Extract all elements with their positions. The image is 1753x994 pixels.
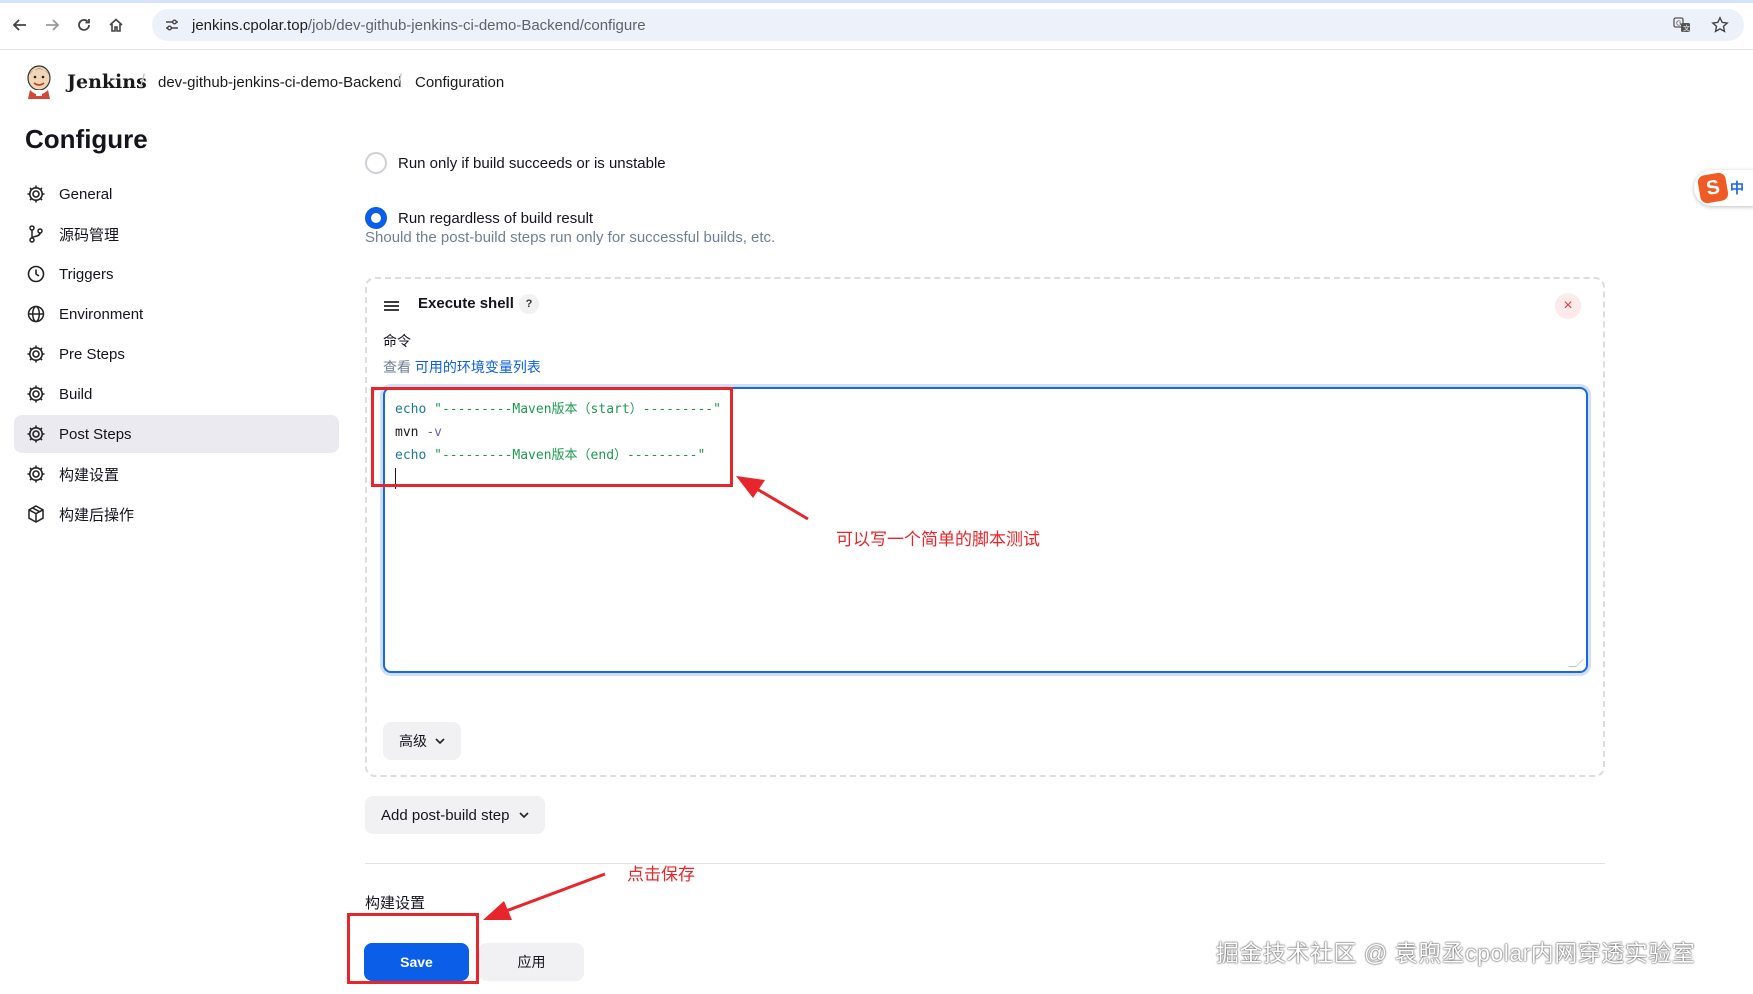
add-post-build-step-button[interactable]: Add post-build step xyxy=(365,796,546,834)
ime-logo-icon: S xyxy=(1696,171,1730,205)
url-text: jenkins.cpolar.top/job/dev-github-jenkin… xyxy=(192,17,646,34)
url-host: jenkins.cpolar.top xyxy=(192,17,308,34)
advanced-label: 高级 xyxy=(399,733,427,749)
site-info-icon[interactable] xyxy=(162,15,182,35)
sidebar-item-build[interactable]: Build xyxy=(14,375,339,413)
url-path: /job/dev-github-jenkins-ci-demo-Backend/… xyxy=(307,17,646,34)
annotation-save-note: 点击保存 xyxy=(627,865,695,884)
drag-handle-icon[interactable] xyxy=(383,299,400,313)
bookmark-star-icon[interactable] xyxy=(1710,15,1730,35)
globe-icon xyxy=(25,303,47,325)
close-icon[interactable]: × xyxy=(1555,293,1581,319)
package-icon xyxy=(25,503,47,525)
breadcrumb-separator: / xyxy=(397,71,403,91)
back-icon[interactable] xyxy=(8,13,32,37)
advanced-button[interactable]: 高级 xyxy=(383,722,461,760)
sidebar-item-general[interactable]: General xyxy=(14,175,339,213)
gear-icon xyxy=(25,183,47,205)
sidebar-item-pre-steps[interactable]: Pre Steps xyxy=(14,335,339,373)
home-icon[interactable] xyxy=(104,13,128,37)
gear-icon xyxy=(25,383,47,405)
radio-label: Run only if build succeeds or is unstabl… xyxy=(398,154,666,172)
branch-icon xyxy=(25,223,47,245)
translate-icon[interactable]: G文 xyxy=(1672,15,1692,35)
radio-run-regardless[interactable]: Run regardless of build result xyxy=(365,207,593,229)
radio-run-if-success[interactable]: Run only if build succeeds or is unstabl… xyxy=(365,152,666,174)
help-icon[interactable]: ? xyxy=(519,294,539,314)
add-step-label: Add post-build step xyxy=(381,806,510,824)
env-prefix: 查看 xyxy=(383,359,411,375)
forward-icon[interactable] xyxy=(40,13,64,37)
chevron-down-icon xyxy=(435,734,445,748)
sidebar-item-build-settings[interactable]: 构建设置 xyxy=(14,455,339,493)
address-bar[interactable]: jenkins.cpolar.top/job/dev-github-jenkin… xyxy=(152,9,1744,41)
jenkins-logo-icon[interactable] xyxy=(24,63,54,99)
apply-button[interactable]: 应用 xyxy=(479,943,584,981)
gear-icon xyxy=(25,343,47,365)
scrolled-content-fade xyxy=(365,100,625,116)
annotation-highlight-save xyxy=(347,913,479,984)
ime-mode: 中 xyxy=(1730,180,1744,196)
annotation-arrowhead-save xyxy=(483,901,512,920)
browser-toolbar: jenkins.cpolar.top/job/dev-github-jenkin… xyxy=(0,0,1753,50)
sidebar-item-label: Post Steps xyxy=(59,425,132,443)
sidebar-item-source-code[interactable]: 源码管理 xyxy=(14,215,339,253)
app-title[interactable]: Jenkins xyxy=(67,71,147,93)
sidebar-item-post-steps[interactable]: Post Steps xyxy=(14,415,339,453)
breadcrumb-configuration[interactable]: Configuration xyxy=(415,74,504,91)
sidebar-item-label: 构建设置 xyxy=(59,466,120,484)
chevron-down-icon xyxy=(519,808,529,822)
sidebar-item-environment[interactable]: Environment xyxy=(14,295,339,333)
step-title: Execute shell xyxy=(418,295,514,312)
annotation-arrow-save xyxy=(497,872,606,916)
ime-indicator[interactable]: S 中 xyxy=(1694,170,1753,206)
env-vars-hint: 查看 可用的环境变量列表 xyxy=(383,357,541,377)
breadcrumb-job[interactable]: dev-github-jenkins-ci-demo-Backend xyxy=(158,74,401,91)
resize-handle-icon[interactable] xyxy=(1568,659,1584,667)
watermark-text: 掘金技术社区 @ 袁煦丞cpolar内网穿透实验室 xyxy=(1216,940,1696,966)
radio-circle-checked[interactable] xyxy=(365,207,387,229)
sidebar-item-label: Environment xyxy=(59,305,144,323)
post-steps-hint: Should the post-build steps run only for… xyxy=(365,229,776,246)
svg-text:G: G xyxy=(1676,20,1681,28)
sidebar-item-label: Pre Steps xyxy=(59,345,125,363)
sidebar-item-label: 构建后操作 xyxy=(59,506,135,524)
radio-label: Run regardless of build result xyxy=(398,209,594,227)
sidebar-item-label: Triggers xyxy=(59,265,114,283)
section-title-build-settings: 构建设置 xyxy=(365,895,426,912)
sidebar-nav: General 源码管理 Triggers Environment Pre St… xyxy=(14,175,339,535)
sidebar-item-triggers[interactable]: Triggers xyxy=(14,255,339,293)
annotation-script-note: 可以写一个简单的脚本测试 xyxy=(836,530,1040,549)
sidebar-item-label: 源码管理 xyxy=(59,226,120,244)
gear-icon xyxy=(25,463,47,485)
env-vars-link[interactable]: 可用的环境变量列表 xyxy=(415,359,541,375)
jenkins-header: Jenkins / dev-github-jenkins-ci-demo-Bac… xyxy=(0,51,1753,113)
svg-text:文: 文 xyxy=(1683,24,1690,33)
clock-icon xyxy=(25,263,47,285)
section-divider xyxy=(365,863,1605,864)
radio-circle[interactable] xyxy=(365,152,387,174)
annotation-highlight-script xyxy=(371,387,733,487)
reload-icon[interactable] xyxy=(72,13,96,37)
page-title: Configure xyxy=(25,124,148,154)
sidebar-item-post-build-actions[interactable]: 构建后操作 xyxy=(14,495,339,533)
gear-icon xyxy=(25,423,47,445)
sidebar-item-label: Build xyxy=(59,385,93,403)
breadcrumb-separator: / xyxy=(140,71,146,91)
sidebar-item-label: General xyxy=(59,185,113,203)
command-label: 命令 xyxy=(383,333,411,349)
tab-strip-edge xyxy=(0,0,1753,3)
